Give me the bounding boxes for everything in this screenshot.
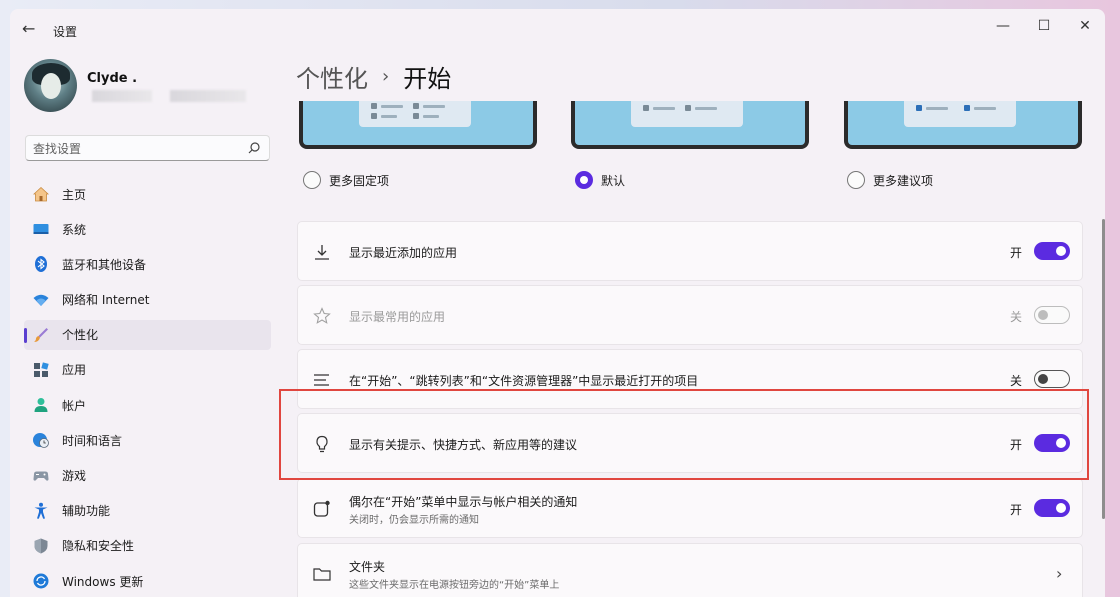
setting-subtitle: 关闭时，仍会显示所需的通知: [349, 515, 479, 526]
monitor-icon: [33, 224, 49, 235]
list-icon: [314, 374, 329, 386]
minimize-button[interactable]: —: [985, 15, 1021, 37]
profile-name: Clyde .: [87, 71, 138, 86]
update-icon: [33, 573, 49, 589]
bluetooth-icon: [35, 256, 47, 273]
back-button[interactable]: ←: [22, 21, 42, 39]
main-content: 更多固定项 默认 更多建议项 显示最近添加的应用 开 显示最常用的应用 关 在“…: [296, 101, 1086, 597]
search-box[interactable]: [25, 135, 270, 161]
notification-icon: [313, 500, 330, 517]
toggle-state-label: 关: [1010, 374, 1023, 388]
accessibility-icon: [34, 502, 48, 519]
sidebar-item-home[interactable]: 主页: [24, 179, 271, 209]
sidebar-item-label: 主页: [62, 187, 87, 202]
maximize-button[interactable]: ☐: [1026, 15, 1062, 37]
scrollbar[interactable]: [1102, 219, 1105, 519]
setting-recently-added-apps: 显示最近添加的应用 开: [297, 221, 1083, 281]
shield-icon: [34, 538, 48, 554]
person-icon: [34, 398, 48, 413]
sidebar-item-privacy[interactable]: 隐私和安全性: [24, 531, 271, 561]
search-input[interactable]: [33, 140, 243, 157]
sidebar-item-label: 辅助功能: [62, 504, 111, 519]
brush-icon: [34, 327, 48, 342]
apps-icon: [34, 362, 49, 377]
globe-clock-icon: [33, 433, 49, 449]
breadcrumb-separator: ›: [382, 66, 390, 87]
sidebar-item-accessibility[interactable]: 辅助功能: [24, 496, 271, 526]
close-button[interactable]: ✕: [1067, 15, 1103, 37]
toggle-switch[interactable]: [1034, 499, 1070, 517]
breadcrumb: 个性化 › 开始: [296, 59, 451, 94]
toggle-switch[interactable]: [1034, 242, 1070, 260]
sidebar-item-personalization[interactable]: 个性化: [24, 319, 271, 350]
sidebar-item-label: 个性化: [62, 328, 99, 343]
setting-subtitle: 这些文件夹显示在电源按钮旁边的“开始”菜单上: [349, 580, 560, 591]
star-icon: [313, 307, 331, 324]
breadcrumb-parent[interactable]: 个性化: [296, 59, 368, 94]
search-icon[interactable]: [247, 141, 261, 155]
option-label: 默认: [601, 173, 626, 188]
sidebar-nav: 主页 系统 蓝牙和其他设备 网络和 Internet 个性化 应用 帐户 时间和…: [24, 179, 271, 597]
radio-more-pins[interactable]: [303, 171, 321, 189]
sidebar-item-system[interactable]: 系统: [24, 214, 271, 244]
layout-preview-more-pins[interactable]: [299, 101, 537, 149]
toggle-state-label: 开: [1010, 503, 1023, 517]
setting-folders[interactable]: 文件夹 这些文件夹显示在电源按钮旁边的“开始”菜单上 ›: [297, 543, 1083, 597]
option-label: 更多建议项: [873, 173, 934, 188]
setting-account-notifications: 偶尔在“开始”菜单中显示与帐户相关的通知 关闭时，仍会显示所需的通知 开: [297, 478, 1083, 538]
window-title: 设置: [53, 25, 78, 39]
sidebar-item-label: 网络和 Internet: [62, 293, 150, 308]
radio-more-recommendations[interactable]: [847, 171, 865, 189]
toggle-state-label: 开: [1010, 246, 1023, 260]
sidebar-item-label: 游戏: [62, 469, 87, 483]
sidebar-item-windows-update[interactable]: Windows 更新: [24, 566, 271, 596]
redacted-email: [170, 90, 246, 102]
setting-title: 偶尔在“开始”菜单中显示与帐户相关的通知: [349, 495, 578, 509]
sidebar-item-label: 帐户: [62, 398, 87, 413]
sidebar-item-label: 应用: [62, 363, 87, 378]
layout-option-more-pins[interactable]: 更多固定项: [303, 171, 389, 189]
page-title: 开始: [403, 65, 452, 93]
sidebar-item-time-language[interactable]: 时间和语言: [24, 425, 271, 455]
setting-title: 在“开始”、“跳转列表”和“文件资源管理器”中显示最近打开的项目: [349, 374, 699, 388]
sidebar-item-network[interactable]: 网络和 Internet: [24, 285, 271, 315]
download-icon: [315, 245, 329, 260]
highlight-annotation: [279, 389, 1089, 480]
sidebar-item-label: 隐私和安全性: [62, 539, 135, 554]
setting-title: 显示最常用的应用: [349, 310, 446, 324]
layout-preview-more-recommendations[interactable]: [844, 101, 1082, 149]
radio-default[interactable]: [575, 171, 593, 189]
sidebar-item-label: Windows 更新: [62, 574, 144, 589]
setting-most-used-apps: 显示最常用的应用 关: [297, 285, 1083, 345]
sidebar-item-label: 时间和语言: [62, 433, 123, 448]
home-icon: [32, 186, 50, 202]
redacted-email: [92, 90, 152, 102]
sidebar-item-bluetooth[interactable]: 蓝牙和其他设备: [24, 249, 271, 279]
chevron-right-icon[interactable]: ›: [1056, 564, 1062, 583]
setting-title: 文件夹: [349, 560, 386, 574]
sidebar-item-apps[interactable]: 应用: [24, 355, 271, 385]
sidebar-item-label: 系统: [62, 222, 87, 237]
wifi-icon: [33, 294, 49, 306]
option-label: 更多固定项: [329, 173, 390, 188]
setting-title: 显示最近添加的应用: [349, 246, 458, 260]
sidebar-item-gaming[interactable]: 游戏: [24, 461, 271, 491]
settings-window: ← 设置 — ☐ ✕ Clyde . 主页: [10, 9, 1105, 597]
gamepad-icon: [33, 471, 49, 481]
toggle-state-label: 关: [1010, 310, 1023, 324]
toggle-switch[interactable]: [1034, 370, 1070, 388]
layout-option-more-recommendations[interactable]: 更多建议项: [847, 171, 933, 189]
toggle-switch: [1034, 306, 1070, 324]
folder-icon: [313, 568, 331, 581]
title-bar: ← 设置 — ☐ ✕: [10, 9, 1105, 51]
avatar[interactable]: [24, 59, 77, 112]
layout-preview-default[interactable]: [571, 101, 809, 149]
sidebar-item-accounts[interactable]: 帐户: [24, 390, 271, 420]
layout-option-default[interactable]: 默认: [575, 171, 625, 189]
sidebar-item-label: 蓝牙和其他设备: [62, 257, 147, 272]
